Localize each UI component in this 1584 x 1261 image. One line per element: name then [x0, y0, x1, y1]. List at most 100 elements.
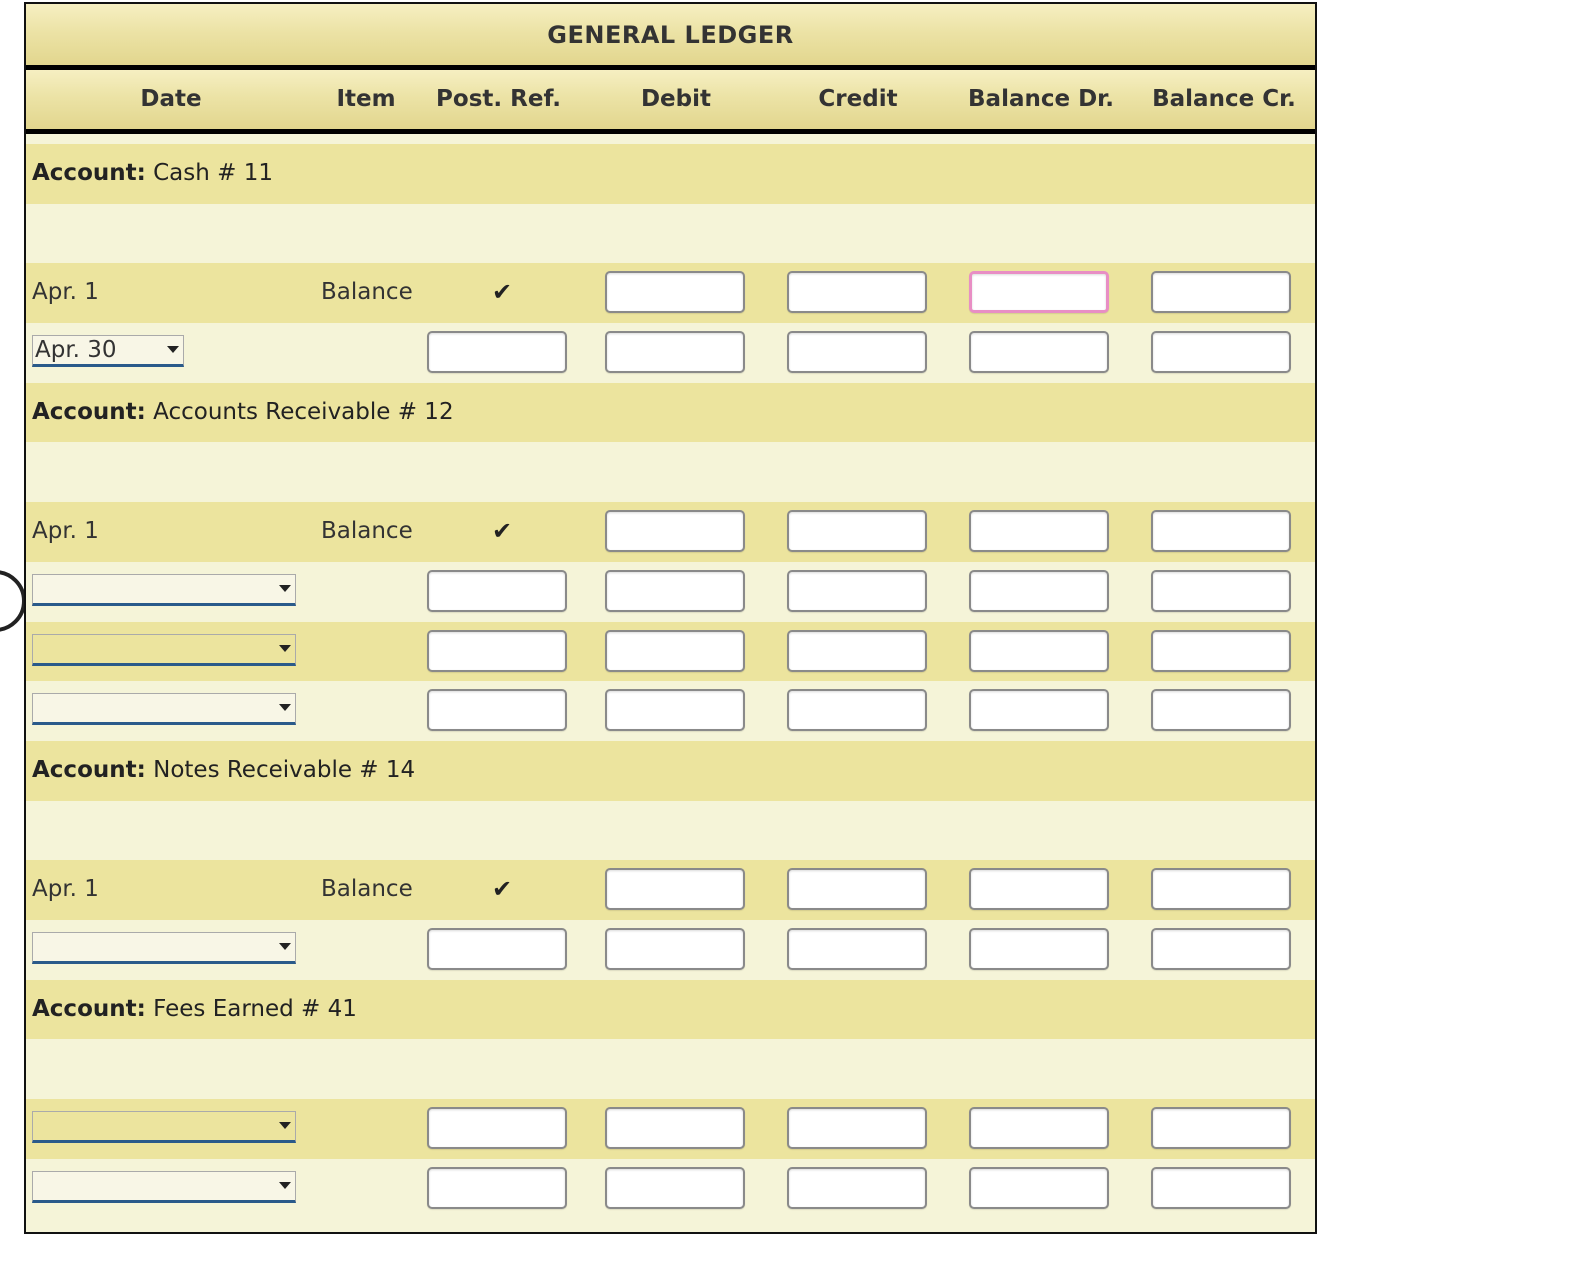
checkmark-icon: ✔ [492, 517, 513, 546]
post-ref-input[interactable] [427, 1166, 567, 1209]
entry-row [26, 1099, 1315, 1159]
account-label: Account: [32, 398, 146, 425]
date-select[interactable] [32, 573, 296, 606]
chevron-down-icon [167, 346, 179, 354]
debit-input[interactable] [605, 1166, 745, 1209]
credit-input[interactable] [787, 868, 927, 911]
debit-input[interactable] [605, 629, 745, 672]
debit-input[interactable] [605, 331, 745, 374]
credit-input[interactable] [787, 1166, 927, 1209]
balance-dr-input[interactable] [969, 629, 1109, 672]
balance-dr-input[interactable] [969, 569, 1109, 612]
entry-row [26, 561, 1315, 622]
debit-input[interactable] [605, 1107, 745, 1149]
entry-row [26, 1158, 1315, 1219]
column-header-row: Date Item Post. Ref. Debit Credit Balanc… [26, 70, 1315, 129]
post-ref-input[interactable] [427, 927, 567, 970]
account-label: Account: [32, 756, 146, 783]
chevron-down-icon [279, 942, 291, 950]
spacer-row [26, 800, 1315, 861]
account-header-fees-earned: Account: Fees Earned # 41 [26, 979, 1315, 1040]
balance-dr-input[interactable] [969, 689, 1109, 732]
debit-input[interactable] [605, 927, 745, 970]
post-ref-input[interactable] [427, 1107, 567, 1149]
account-header-notes-receivable: Account: Notes Receivable # 14 [26, 740, 1315, 801]
spacer-row [26, 442, 1315, 503]
debit-input[interactable] [605, 271, 745, 314]
account-header-cash: Account: Cash # 11 [26, 144, 1315, 204]
balance-cr-input[interactable] [1151, 510, 1291, 553]
column-header-date: Date [140, 86, 202, 112]
date-select[interactable] [32, 1111, 296, 1143]
date-select[interactable] [32, 1170, 296, 1203]
balance-dr-input[interactable] [969, 271, 1109, 314]
date-select-value: Apr. 30 [35, 337, 117, 364]
credit-input[interactable] [787, 689, 927, 732]
balance-cr-input[interactable] [1151, 1166, 1291, 1209]
account-header-accounts-receivable: Account: Accounts Receivable # 12 [26, 382, 1315, 443]
debit-input[interactable] [605, 868, 745, 911]
entry-item: Balance [321, 876, 413, 903]
account-name: Cash # 11 [153, 160, 273, 186]
spacer [26, 134, 1315, 144]
entry-row [26, 621, 1315, 682]
balance-cr-input[interactable] [1151, 629, 1291, 672]
post-ref-input[interactable] [427, 689, 567, 732]
credit-input[interactable] [787, 510, 927, 553]
opening-balance-row: Apr. 1 Balance ✔ [26, 263, 1315, 324]
balance-dr-input[interactable] [969, 510, 1109, 553]
balance-cr-input[interactable] [1151, 868, 1291, 911]
credit-input[interactable] [787, 927, 927, 970]
balance-dr-input[interactable] [969, 927, 1109, 970]
credit-input[interactable] [787, 629, 927, 672]
opening-balance-row: Apr. 1 Balance ✔ [26, 502, 1315, 562]
balance-cr-input[interactable] [1151, 1107, 1291, 1149]
balance-cr-input[interactable] [1151, 331, 1291, 374]
balance-cr-input[interactable] [1151, 927, 1291, 970]
balance-cr-input[interactable] [1151, 569, 1291, 612]
account-name: Accounts Receivable # 12 [153, 398, 454, 425]
credit-input[interactable] [787, 569, 927, 612]
column-header-item: Item [336, 86, 396, 112]
column-header-credit: Credit [818, 86, 898, 112]
general-ledger: GENERAL LEDGER Date Item Post. Ref. Debi… [24, 2, 1317, 1234]
chevron-down-icon [279, 644, 291, 652]
post-ref-input[interactable] [427, 569, 567, 612]
balance-cr-input[interactable] [1151, 271, 1291, 314]
balance-cr-input[interactable] [1151, 689, 1291, 732]
column-header-post-ref: Post. Ref. [436, 86, 561, 112]
entry-item: Balance [321, 518, 413, 545]
column-header-balance-cr: Balance Cr. [1152, 86, 1296, 112]
debit-input[interactable] [605, 510, 745, 553]
chevron-down-icon [279, 1122, 291, 1129]
entry-item: Balance [321, 279, 413, 306]
post-ref-input[interactable] [427, 331, 567, 374]
credit-input[interactable] [787, 271, 927, 314]
balance-dr-input[interactable] [969, 1107, 1109, 1149]
date-select[interactable]: Apr. 30 [32, 335, 184, 368]
date-select[interactable] [32, 931, 296, 964]
chevron-down-icon [279, 704, 291, 712]
checkmark-icon: ✔ [492, 875, 513, 904]
credit-input[interactable] [787, 1107, 927, 1149]
opening-balance-row: Apr. 1 Balance ✔ [26, 860, 1315, 920]
date-select[interactable] [32, 693, 296, 726]
ledger-title: GENERAL LEDGER [26, 4, 1315, 65]
balance-dr-input[interactable] [969, 868, 1109, 911]
entry-date: Apr. 1 [32, 279, 99, 306]
balance-dr-input[interactable] [969, 331, 1109, 374]
checkmark-icon: ✔ [492, 278, 513, 307]
account-label: Account: [32, 160, 146, 186]
balance-dr-input[interactable] [969, 1166, 1109, 1209]
account-label: Account: [32, 995, 146, 1022]
spacer-row [26, 1039, 1315, 1099]
chevron-down-icon [279, 1181, 291, 1189]
debit-input[interactable] [605, 689, 745, 732]
date-select[interactable] [32, 633, 296, 666]
post-ref-input[interactable] [427, 629, 567, 672]
credit-input[interactable] [787, 331, 927, 374]
column-header-debit: Debit [640, 86, 712, 112]
entry-row: Apr. 30 [26, 323, 1315, 383]
entry-row [26, 681, 1315, 741]
debit-input[interactable] [605, 569, 745, 612]
